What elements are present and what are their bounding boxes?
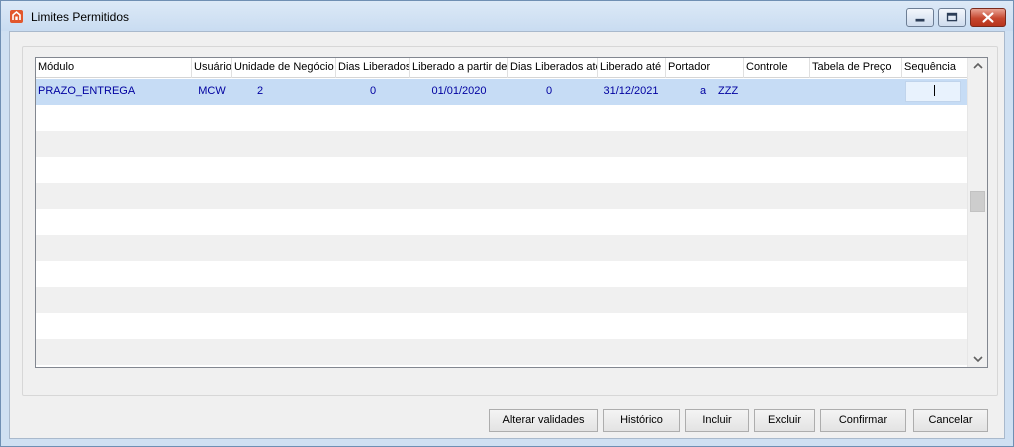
col-header-liberado-ate[interactable]: Liberado até (598, 58, 666, 78)
cell-unidade: 2 (256, 85, 264, 97)
historico-button[interactable]: Histórico (603, 409, 680, 432)
grid-header: Módulo Usuário Unidade de Negócio Dias L… (36, 58, 967, 78)
col-header-modulo[interactable]: Módulo (36, 58, 192, 78)
table-row[interactable] (36, 261, 967, 287)
table-row[interactable] (36, 313, 967, 339)
alterar-validades-button[interactable]: Alterar validades (489, 409, 598, 432)
cell-tabela-preco (810, 79, 902, 105)
title-bar[interactable]: Limites Permitidos (1, 1, 1013, 31)
chevron-down-icon (973, 356, 983, 363)
table-row[interactable]: PRAZO_ENTREGA MCW 2 0 01/01/2020 0 31/12… (36, 79, 967, 105)
app-window: Limites Permitidos Módulo Usuário Unidad… (0, 0, 1014, 447)
window-client-area: Módulo Usuário Unidade de Negócio Dias L… (9, 31, 1005, 439)
sequencia-edit-field[interactable] (905, 81, 961, 102)
maximize-icon (946, 12, 958, 22)
incluir-button[interactable]: Incluir (685, 409, 749, 432)
maximize-button[interactable] (938, 8, 966, 27)
col-header-controle[interactable]: Controle (744, 58, 810, 78)
grid-panel: Módulo Usuário Unidade de Negócio Dias L… (22, 46, 998, 396)
cancelar-button[interactable]: Cancelar (913, 409, 988, 432)
col-header-sequencia[interactable]: Sequência (902, 58, 967, 78)
scroll-up-button[interactable] (968, 58, 987, 75)
close-button[interactable] (970, 8, 1006, 27)
minimize-button[interactable] (906, 8, 934, 27)
close-icon (982, 12, 994, 23)
col-header-usuario[interactable]: Usuário (192, 58, 232, 78)
vertical-scrollbar[interactable] (967, 58, 987, 367)
table-row[interactable] (36, 209, 967, 235)
table-row[interactable] (36, 339, 967, 365)
cell-portador-code: a (700, 85, 707, 97)
cell-liberado-partir: 01/01/2020 (431, 85, 487, 97)
cell-liberado-ate: 31/12/2021 (603, 85, 659, 97)
table-row[interactable] (36, 105, 967, 131)
limits-grid[interactable]: Módulo Usuário Unidade de Negócio Dias L… (35, 57, 988, 368)
table-row[interactable] (36, 157, 967, 183)
cell-modulo: PRAZO_ENTREGA (38, 85, 136, 97)
table-row[interactable] (36, 183, 967, 209)
text-caret (934, 85, 935, 96)
col-header-dias-liberados-ate[interactable]: Dias Liberados até (508, 58, 598, 78)
col-header-tabela-preco[interactable]: Tabela de Preço (810, 58, 902, 78)
minimize-icon (915, 18, 925, 22)
cell-portador-name: ZZZ (718, 85, 739, 97)
col-header-dias-liberados[interactable]: Dias Liberados (336, 58, 410, 78)
table-row[interactable] (36, 287, 967, 313)
table-row[interactable] (36, 235, 967, 261)
scroll-down-button[interactable] (968, 350, 987, 367)
confirmar-button[interactable]: Confirmar (820, 409, 906, 432)
table-row[interactable] (36, 131, 967, 157)
cell-dias-liberados: 0 (369, 85, 377, 97)
col-header-portador[interactable]: Portador (666, 58, 744, 78)
excluir-button[interactable]: Excluir (754, 409, 815, 432)
col-header-unidade[interactable]: Unidade de Negócio (232, 58, 336, 78)
scrollbar-thumb[interactable] (970, 191, 985, 212)
app-logo-icon (10, 10, 23, 23)
cell-usuario: MCW (198, 85, 226, 97)
chevron-up-icon (973, 62, 983, 69)
window-title: Limites Permitidos (31, 10, 130, 24)
cell-dias-liberados-ate: 0 (545, 85, 553, 97)
col-header-liberado-partir[interactable]: Liberado a partir de (410, 58, 508, 78)
cell-controle (744, 79, 810, 105)
